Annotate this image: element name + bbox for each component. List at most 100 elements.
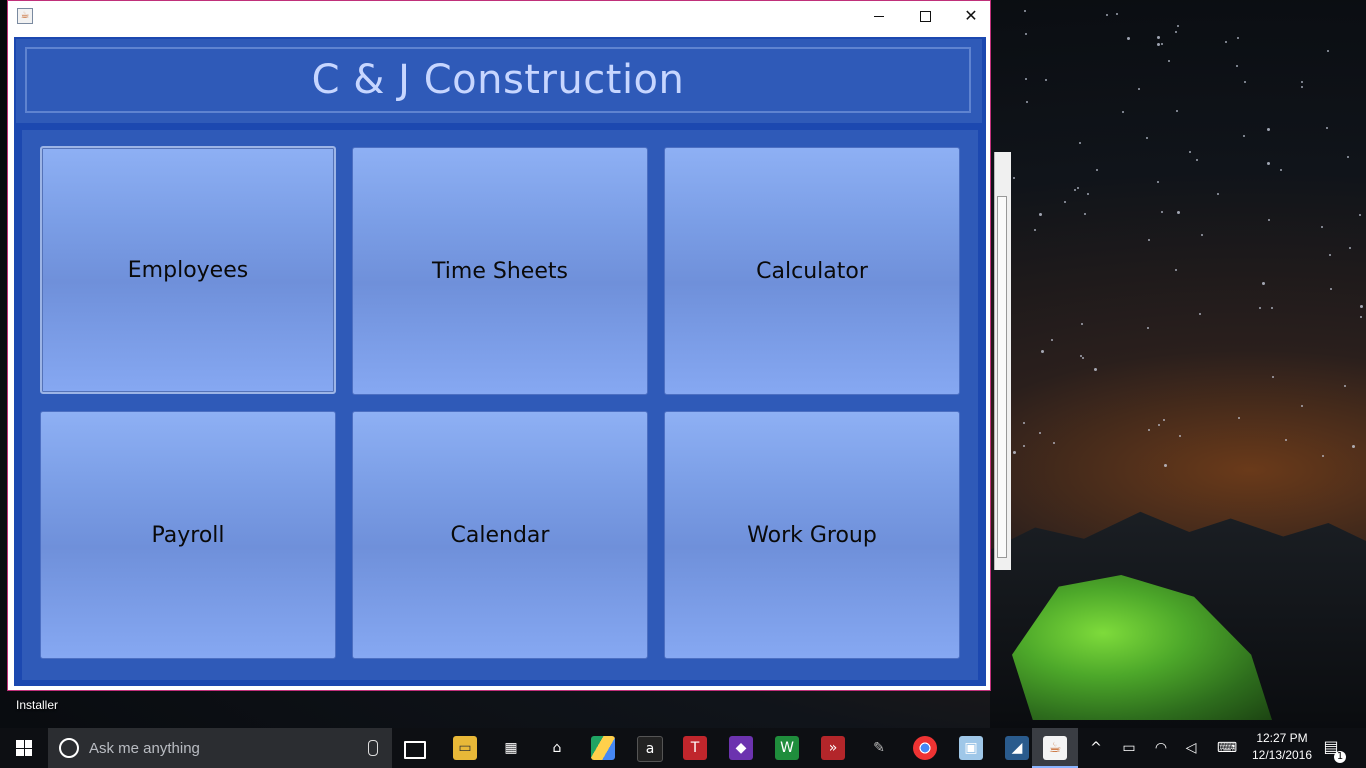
star: [1266, 128, 1270, 132]
start-button[interactable]: [0, 728, 48, 768]
keyboard-icon[interactable]: ⌨: [1212, 728, 1242, 768]
file-explorer-icon[interactable]: ▭: [453, 736, 477, 760]
virtualbox-icon[interactable]: ▣: [959, 736, 983, 760]
chrome-icon[interactable]: [913, 736, 937, 760]
desktop-icon-label[interactable]: Installer: [16, 698, 58, 712]
star: [1199, 313, 1202, 316]
show-hidden-icons-chevron-icon[interactable]: ^: [1086, 728, 1106, 768]
close-icon: ✕: [964, 6, 978, 25]
webstorm-icon[interactable]: W: [775, 736, 799, 760]
star: [1158, 423, 1161, 426]
star: [1347, 155, 1350, 158]
work-group-button[interactable]: Work Group: [664, 411, 960, 659]
cortana-icon: [59, 738, 79, 758]
payroll-button[interactable]: Payroll: [40, 411, 336, 659]
star: [1116, 13, 1119, 16]
maximize-icon: [919, 10, 931, 22]
calendar-button[interactable]: Calendar: [352, 411, 648, 659]
time-sheets-button[interactable]: Time Sheets: [352, 147, 648, 395]
star: [1012, 450, 1016, 454]
star: [1034, 229, 1037, 232]
star: [1267, 162, 1271, 166]
search-placeholder: Ask me anything: [89, 739, 200, 757]
star: [1325, 126, 1328, 129]
star: [1024, 10, 1027, 13]
star: [1121, 111, 1124, 114]
star: [1327, 50, 1330, 53]
search-box[interactable]: Ask me anything: [48, 728, 392, 768]
star: [1176, 110, 1179, 113]
minimize-icon: [874, 15, 884, 17]
star: [1038, 213, 1042, 217]
star: [1242, 134, 1245, 137]
star: [1329, 287, 1332, 290]
battery-icon[interactable]: ▭: [1118, 728, 1140, 768]
star: [1238, 417, 1241, 420]
star: [1126, 37, 1130, 41]
java-icon: ☕: [1043, 736, 1067, 760]
home-icon[interactable]: ⌂: [545, 736, 569, 760]
content-area: C & J Construction Employees Time Sheets…: [14, 37, 986, 686]
star: [1271, 375, 1274, 378]
clock[interactable]: 12:27 PM 12/13/2016: [1250, 730, 1314, 764]
star: [1176, 24, 1179, 27]
star: [1080, 322, 1083, 325]
microphone-icon[interactable]: [368, 740, 378, 756]
star: [1044, 79, 1047, 81]
wifi-icon[interactable]: ◠: [1150, 728, 1172, 768]
volume-muted-icon[interactable]: ◁: [1180, 728, 1202, 768]
clock-date: 12/13/2016: [1251, 748, 1313, 762]
powershell-icon[interactable]: »: [821, 736, 845, 760]
star: [1217, 192, 1220, 195]
star: [1023, 444, 1026, 447]
star: [1051, 339, 1054, 342]
star: [1285, 439, 1288, 442]
minimize-button[interactable]: [856, 1, 902, 31]
star: [1321, 225, 1324, 228]
star: [1052, 441, 1055, 444]
star: [1301, 85, 1304, 88]
star: [1244, 80, 1247, 83]
calculator-button[interactable]: Calculator: [664, 147, 960, 395]
star: [1147, 238, 1150, 241]
star: [1025, 78, 1028, 81]
star: [1259, 306, 1262, 309]
store-icon[interactable]: ▦: [499, 736, 523, 760]
header-panel: C & J Construction: [16, 39, 982, 123]
star: [1063, 201, 1066, 204]
star: [1013, 177, 1016, 180]
wireshark-icon[interactable]: ◢: [1005, 736, 1029, 760]
google-drive-icon[interactable]: [591, 736, 615, 760]
star: [1084, 212, 1087, 215]
amazon-icon[interactable]: a: [637, 736, 663, 762]
star: [1174, 30, 1177, 33]
title-bar[interactable]: ☕ ✕: [8, 1, 990, 31]
task-view-icon[interactable]: [404, 741, 426, 759]
star: [1349, 246, 1351, 249]
star: [1235, 65, 1238, 68]
star: [1178, 435, 1181, 438]
t-app-icon[interactable]: T: [683, 736, 707, 760]
star: [1162, 418, 1165, 421]
star: [1175, 269, 1178, 272]
star: [1080, 355, 1083, 358]
star: [1041, 349, 1045, 353]
maximize-button[interactable]: [902, 1, 948, 31]
action-center-icon[interactable]: ▤ 1: [1320, 737, 1346, 763]
star: [1163, 464, 1167, 468]
star: [1023, 421, 1026, 424]
star: [1261, 282, 1265, 286]
header-frame: C & J Construction: [25, 47, 971, 113]
java-icon[interactable]: ☕: [17, 8, 33, 24]
star: [1146, 136, 1148, 139]
star: [1322, 455, 1325, 458]
gimp-icon[interactable]: ✎: [867, 736, 891, 760]
background-window[interactable]: [994, 152, 1011, 570]
star: [1079, 142, 1082, 145]
visual-studio-icon[interactable]: ◆: [729, 736, 753, 760]
app-window: ☕ ✕ C & J Construction Employees Time Sh…: [7, 0, 991, 691]
close-button[interactable]: ✕: [948, 1, 994, 31]
active-java-task[interactable]: ☕: [1032, 728, 1078, 768]
employees-button[interactable]: Employees: [40, 146, 336, 394]
star: [1146, 326, 1149, 329]
